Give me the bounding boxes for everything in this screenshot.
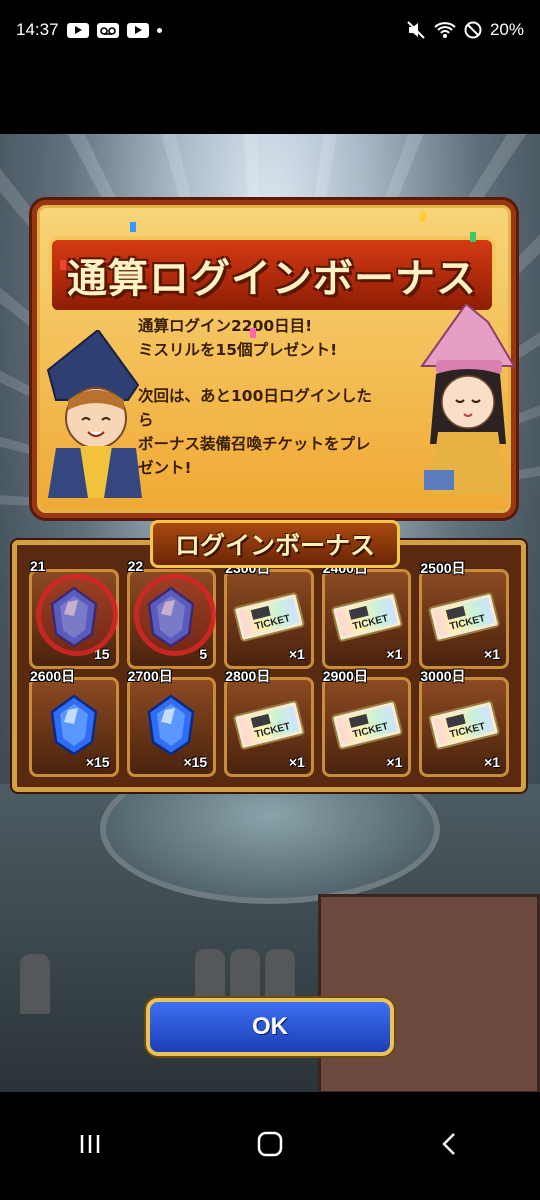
voicemail-icon	[96, 22, 119, 38]
message-line: 通算ログイン2200日目!	[138, 317, 313, 335]
statue	[20, 954, 50, 1014]
confetti	[470, 232, 476, 242]
bonus-quantity: ×1	[386, 754, 403, 770]
dot-icon	[156, 27, 162, 33]
youtube-icon	[126, 22, 149, 38]
message-line: ゼント!	[138, 459, 192, 477]
bonus-cell: 2400日 TICKET ×1	[321, 560, 412, 669]
bonus-cell: 3000日 TICKET ×1	[419, 668, 509, 777]
boy-character	[38, 328, 146, 498]
bonus-cell: 2900日 TICKET ×1	[321, 668, 412, 777]
bonus-quantity: ×15	[183, 754, 208, 770]
bonus-day-label: 3000日	[420, 668, 466, 684]
bonus-quantity: ×15	[85, 754, 110, 770]
ticket-icon: TICKET	[233, 592, 305, 646]
bonus-day-label: 21	[30, 558, 46, 574]
message-line: ボーナス装備召喚チケットをプレ	[138, 435, 371, 453]
do-not-disturb-icon	[464, 21, 482, 39]
mithril-crystal-icon	[145, 694, 197, 760]
confetti	[250, 328, 256, 338]
bonus-day-label: 22	[127, 558, 144, 574]
bonus-heading: ログインボーナス	[174, 531, 375, 560]
bonus-cell: 2700日 ×15	[126, 668, 217, 777]
bonus-cell: 2800日 TICKET ×1	[224, 668, 314, 777]
bonus-quantity: ×1	[288, 754, 305, 770]
login-message: 通算ログイン2200日目! ミスリルを15個プレゼント! 次回は、あと100日ロ…	[138, 314, 428, 480]
message-line: 次回は、あと100日ログインした	[138, 387, 372, 405]
page-title: 通算ログインボーナス	[67, 256, 477, 302]
ticket-icon: TICKET	[428, 700, 500, 754]
title-plate: 通算ログインボーナス	[48, 236, 496, 314]
recent-apps-icon[interactable]	[77, 1131, 103, 1161]
bonus-day-label: 2700日	[127, 668, 173, 684]
girl-character	[418, 302, 518, 494]
back-icon[interactable]	[437, 1131, 463, 1161]
confetti	[420, 212, 426, 222]
mithril-crystal-icon	[48, 694, 100, 760]
message-line: ら	[138, 411, 154, 429]
confetti	[60, 260, 66, 270]
stone-block	[318, 894, 540, 1092]
bonus-day-label: 2500日	[420, 560, 466, 576]
bonus-quantity: ×1	[386, 646, 403, 662]
home-icon[interactable]	[256, 1130, 284, 1162]
bonus-label-plate: ログインボーナス	[150, 520, 400, 568]
ticket-icon: TICKET	[331, 700, 403, 754]
status-bar: 14:37 20%	[0, 0, 540, 60]
bonus-quantity: ×1	[484, 754, 500, 770]
ok-button[interactable]: OK	[146, 998, 394, 1056]
ticket-icon: TICKET	[428, 592, 500, 646]
mute-icon	[406, 20, 426, 40]
battery-percent: 20%	[489, 20, 524, 39]
wifi-icon	[434, 21, 456, 39]
bonus-cell: 21 15	[29, 558, 119, 669]
message-line: ミスリルを15個プレゼント!	[138, 341, 338, 359]
claimed-stamp-icon	[36, 574, 118, 656]
bonus-quantity: 5	[199, 646, 208, 662]
navigation-bar	[0, 1092, 540, 1200]
bonus-day-label: 2800日	[225, 668, 271, 684]
bonus-day-label: 2600日	[30, 668, 76, 684]
bonus-cell: 22 5	[126, 558, 217, 669]
bonus-cell: 2500日 TICKET ×1	[419, 560, 509, 669]
confetti	[130, 222, 136, 232]
login-bonus-grid: 21 15 22 5 2300日 TICKET ×1 2400日 TICKET ×1 2500日 TI…	[12, 540, 526, 792]
ok-button-label: OK	[252, 1013, 288, 1040]
bonus-quantity: ×1	[484, 646, 500, 662]
ticket-icon: TICKET	[233, 700, 305, 754]
clock: 14:37	[16, 20, 59, 39]
claimed-stamp-icon	[133, 574, 216, 656]
bonus-quantity: ×1	[288, 646, 305, 662]
ticket-icon: TICKET	[331, 592, 403, 646]
bonus-day-label: 2900日	[322, 668, 368, 684]
bonus-cell: 2300日 TICKET ×1	[224, 560, 314, 669]
youtube-icon	[66, 22, 89, 38]
bonus-cell: 2600日 ×15	[29, 668, 119, 777]
